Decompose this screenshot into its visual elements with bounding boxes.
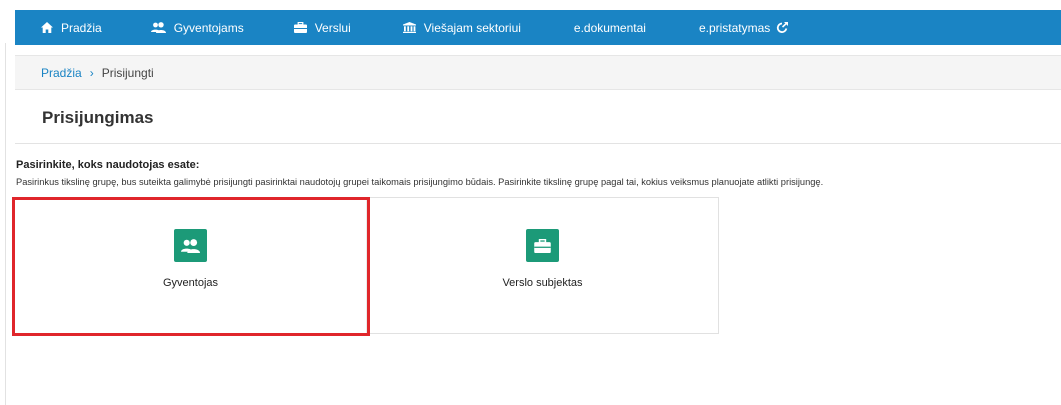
top-navigation: Pradžia Gyventojams Verslui Viešajam sek… (15, 10, 1061, 45)
nav-label: Pradžia (61, 20, 102, 35)
users-icon (181, 238, 200, 253)
nav-label: e.dokumentai (573, 20, 646, 35)
card-icon-box (174, 229, 207, 262)
briefcase-icon (293, 22, 307, 33)
nav-label: Verslui (314, 20, 351, 35)
card-label: Verslo subjektas (502, 277, 583, 289)
breadcrumb-current: Prisijungti (101, 65, 154, 80)
institution-icon (402, 22, 416, 33)
card-label: Gyventojas (162, 277, 219, 289)
left-border (5, 43, 6, 405)
briefcase-icon (534, 238, 551, 253)
breadcrumb-separator: › (89, 65, 94, 80)
nav-item-verslui[interactable]: Verslui (293, 10, 351, 45)
nav-item-viesajam-sektoriui[interactable]: Viešajam sektoriui (402, 10, 521, 45)
nav-label: Gyventojams (173, 20, 244, 35)
nav-item-edokumentai[interactable]: e.dokumentai (574, 10, 646, 45)
users-icon (150, 22, 166, 33)
card-gyventojas[interactable]: Gyventojas (15, 198, 366, 333)
card-verslo-subjektas[interactable]: Verslo subjektas (366, 198, 718, 333)
nav-label: e.pristatymas (698, 20, 771, 35)
nav-item-gyventojams[interactable]: Gyventojams (150, 10, 244, 45)
card-icon-box (526, 229, 559, 262)
user-type-heading: Pasirinkite, koks naudotojas esate: (16, 159, 200, 171)
nav-label: Viešajam sektoriui (423, 20, 521, 35)
home-icon (41, 22, 53, 33)
breadcrumb-home-link[interactable]: Pradžia (41, 66, 82, 80)
nav-item-pradzia[interactable]: Pradžia (41, 10, 102, 45)
user-type-cards: Gyventojas Verslo subjektas (14, 197, 719, 334)
breadcrumb: Pradžia › Prisijungti (15, 55, 1061, 90)
title-divider (15, 143, 1061, 144)
external-link-icon (777, 22, 789, 33)
user-type-description: Pasirinkus tikslinę grupę, bus suteikta … (16, 177, 824, 187)
nav-item-epristatymas[interactable]: e.pristatymas (698, 10, 789, 45)
page-title: Prisijungimas (42, 108, 154, 127)
